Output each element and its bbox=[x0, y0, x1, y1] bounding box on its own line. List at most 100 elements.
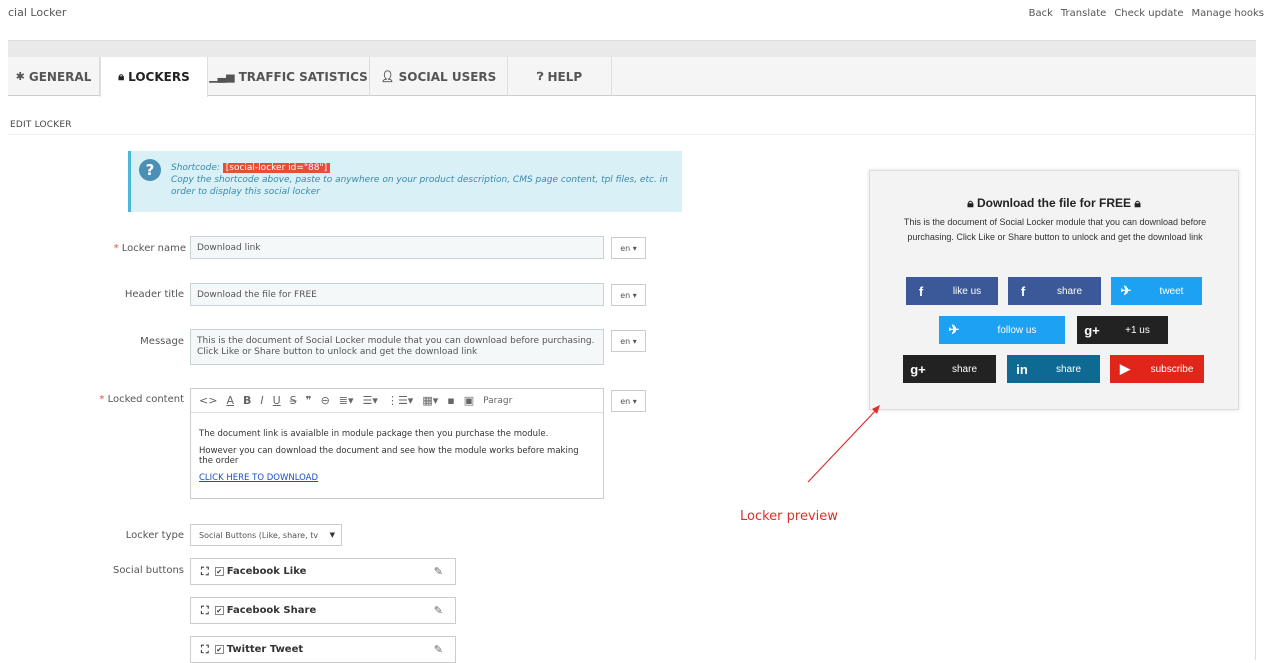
button-label: share bbox=[951, 363, 977, 375]
button-label: tweet bbox=[1159, 285, 1184, 297]
facebook-like-button[interactable]: f like us bbox=[906, 277, 998, 305]
tab-social-users-label: SOCIAL USERS bbox=[398, 69, 497, 84]
locker-name-input[interactable]: Download link bbox=[190, 236, 604, 259]
tab-general-label: GENERAL bbox=[28, 69, 92, 84]
header-title-label: Header title bbox=[124, 289, 184, 300]
twitter-tweet-button[interactable]: ✈ tweet bbox=[1111, 277, 1202, 305]
twitter-icon: ✈ bbox=[1120, 283, 1132, 298]
message-label: Message bbox=[140, 336, 184, 347]
shortcode-help: Copy the shortcode above, paste to anywh… bbox=[171, 175, 668, 197]
move-icon[interactable]: ⛶ bbox=[201, 565, 209, 579]
translate-link[interactable]: Translate bbox=[1061, 8, 1106, 19]
checkbox[interactable]: ✔ bbox=[214, 567, 224, 576]
social-button-row[interactable]: ⛶ ✔ Twitter Tweet ✎ bbox=[190, 636, 456, 663]
manage-hooks-link[interactable]: Manage hooks bbox=[1192, 8, 1264, 19]
preview-title: 🔒︎ Download the file for FREE 🔒︎ bbox=[870, 196, 1238, 211]
preview-message: This is the document of Social Locker mo… bbox=[903, 217, 1207, 242]
twitter-icon: ✈ bbox=[948, 322, 960, 337]
facebook-share-button[interactable]: f share bbox=[1008, 277, 1101, 305]
lang-label: en bbox=[620, 290, 631, 300]
bold-icon[interactable]: B bbox=[243, 394, 251, 407]
question-icon: ? bbox=[139, 159, 161, 181]
strikethrough-icon[interactable]: S̶ bbox=[290, 394, 297, 407]
linkedin-icon: in bbox=[1016, 361, 1028, 377]
header-title-lang-dropdown[interactable]: en ▾ bbox=[611, 284, 646, 306]
social-button-row[interactable]: ⛶ ✔ Facebook Share ✎ bbox=[190, 597, 456, 624]
locked-content-editor[interactable]: <> A B I U S̶ ❞ ⊖ ≣▾ ☰▾ ⋮☰▾ ▦▾ ▪ ▣ Parag… bbox=[190, 388, 604, 499]
tab-general[interactable]: ✱ GENERAL bbox=[8, 57, 100, 96]
locker-type-label: Locker type bbox=[125, 530, 184, 541]
back-link[interactable]: Back bbox=[1029, 8, 1053, 19]
font-color-icon[interactable]: A bbox=[226, 394, 234, 407]
google-plus-icon: g+ bbox=[910, 361, 926, 377]
button-label: follow us bbox=[997, 324, 1037, 336]
editor-content[interactable]: The document link is avaialble in module… bbox=[191, 413, 603, 483]
quote-icon[interactable]: ❞ bbox=[306, 394, 312, 407]
shortcode-label: Shortcode: bbox=[171, 163, 220, 173]
locker-type-select[interactable]: Social Buttons (Like, share, tv ▼ bbox=[190, 524, 342, 546]
linkedin-share-button[interactable]: in share bbox=[1007, 355, 1100, 383]
annotation-arrow bbox=[807, 405, 880, 483]
table-icon[interactable]: ▦▾ bbox=[422, 394, 438, 407]
google-plus-share-button[interactable]: g+ share bbox=[903, 355, 996, 383]
locked-content-lang-dropdown[interactable]: en ▾ bbox=[611, 390, 646, 412]
social-button-row[interactable]: ⛶ ✔ Facebook Like ✎ bbox=[190, 558, 456, 585]
locker-preview: 🔒︎ Download the file for FREE 🔒︎ This is… bbox=[869, 170, 1239, 410]
download-link[interactable]: CLICK HERE TO DOWNLOAD bbox=[199, 473, 318, 483]
youtube-subscribe-button[interactable]: ▶ subscribe bbox=[1110, 355, 1204, 383]
message-lang-dropdown[interactable]: en ▾ bbox=[611, 330, 646, 352]
tab-help[interactable]: ❓︎ HELP bbox=[508, 57, 612, 96]
checkbox[interactable]: ✔ bbox=[214, 645, 224, 654]
checkbox[interactable]: ✔ bbox=[214, 606, 224, 615]
code-view-icon[interactable]: <> bbox=[199, 394, 217, 407]
italic-icon[interactable]: I bbox=[260, 394, 263, 407]
numbered-list-icon[interactable]: ⋮☰▾ bbox=[387, 394, 413, 407]
top-links: Back Translate Check update Manage hooks bbox=[1029, 8, 1264, 19]
lang-label: en bbox=[620, 396, 631, 406]
divider bbox=[8, 134, 1256, 135]
tab-traffic-statistics[interactable]: ▁▃▅ TRAFFIC SATISTICS bbox=[208, 57, 370, 96]
locker-name-lang-dropdown[interactable]: en ▾ bbox=[611, 237, 646, 259]
twitter-follow-button[interactable]: ✈ follow us bbox=[939, 316, 1065, 344]
check-update-link[interactable]: Check update bbox=[1114, 8, 1183, 19]
tab-bar: ✱ GENERAL 🔒︎ LOCKERS ▁▃▅ TRAFFIC SATISTI… bbox=[8, 57, 1256, 97]
message-textarea[interactable]: This is the document of Social Locker mo… bbox=[190, 329, 604, 365]
social-button-name: Twitter Tweet bbox=[226, 644, 304, 655]
header-title-input[interactable]: Download the file for FREE bbox=[190, 283, 604, 306]
align-icon[interactable]: ≣▾ bbox=[339, 394, 354, 407]
paragraph-format-dropdown[interactable]: Paragr bbox=[483, 396, 512, 406]
link-icon[interactable]: ⊖ bbox=[321, 394, 330, 407]
lock-icon: 🔒︎ bbox=[967, 196, 974, 210]
bullet-list-icon[interactable]: ☰▾ bbox=[363, 394, 378, 407]
annotation-label: Locker preview bbox=[740, 509, 838, 524]
question-circle-icon: ❓︎ bbox=[536, 69, 544, 83]
app-title: cial Locker bbox=[8, 6, 67, 19]
move-icon[interactable]: ⛶ bbox=[201, 604, 209, 618]
caret-down-icon: ▼ bbox=[329, 531, 335, 539]
locker-name-label: * Locker name bbox=[6, 243, 186, 254]
video-icon[interactable]: ▣ bbox=[464, 394, 474, 407]
tab-lockers[interactable]: 🔒︎ LOCKERS bbox=[100, 57, 208, 97]
shortcode-value[interactable]: [social-locker id="88"] bbox=[222, 163, 331, 173]
move-icon[interactable]: ⛶ bbox=[201, 643, 209, 657]
locked-content-label: * Locked content bbox=[4, 394, 184, 405]
pencil-icon[interactable]: ✎ bbox=[434, 604, 443, 617]
social-buttons-label: Social buttons bbox=[112, 565, 184, 576]
locker-type-value: Social Buttons (Like, share, tv bbox=[199, 530, 319, 540]
pencil-icon[interactable]: ✎ bbox=[434, 643, 443, 656]
underline-icon[interactable]: U bbox=[273, 394, 281, 407]
pencil-icon[interactable]: ✎ bbox=[434, 565, 443, 578]
content-line-1: The document link is avaialble in module… bbox=[199, 429, 549, 439]
google-plus-one-button[interactable]: g+ +1 us bbox=[1077, 316, 1168, 344]
tab-social-users[interactable]: 👤︎ SOCIAL USERS bbox=[370, 57, 508, 96]
lock-icon: 🔒︎ bbox=[1134, 196, 1141, 210]
lang-label: en bbox=[620, 243, 631, 253]
section-title: EDIT LOCKER bbox=[10, 120, 72, 130]
tab-lockers-label: LOCKERS bbox=[128, 70, 190, 84]
lock-icon: 🔒︎ bbox=[118, 70, 125, 83]
button-label: like us bbox=[952, 285, 982, 297]
header-strip bbox=[8, 40, 1256, 57]
image-icon[interactable]: ▪ bbox=[447, 394, 454, 407]
bar-chart-icon: ▁▃▅ bbox=[209, 70, 235, 83]
tab-help-label: HELP bbox=[547, 69, 583, 84]
